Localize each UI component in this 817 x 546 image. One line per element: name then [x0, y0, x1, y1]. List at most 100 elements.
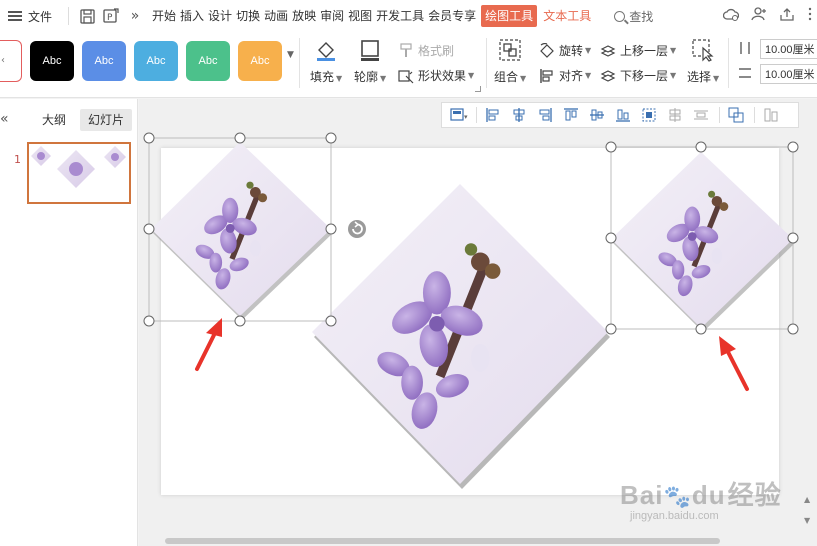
fill-button[interactable]: 填充 ▼ [310, 38, 342, 85]
resize-handle[interactable] [605, 323, 617, 335]
shape-style-lightblue[interactable]: Abc [134, 41, 178, 81]
slide-thumbnail[interactable] [27, 142, 131, 204]
resize-handle[interactable] [325, 223, 337, 235]
shape-style-green[interactable]: Abc [186, 41, 230, 81]
resize-handle[interactable] [234, 132, 246, 144]
shape-effects-button[interactable]: 形状效果 ▼ [398, 67, 474, 84]
tab-insert[interactable]: 插入 [179, 5, 205, 27]
align-top-icon[interactable] [563, 107, 579, 123]
resize-handle[interactable] [325, 315, 337, 327]
upload-icon[interactable] [779, 7, 795, 25]
align-right-icon[interactable] [537, 107, 553, 123]
file-menu[interactable]: 文件 [28, 8, 52, 25]
tab-home[interactable]: 开始 [151, 5, 177, 27]
resize-handle[interactable] [787, 323, 799, 335]
align-center-icon[interactable] [511, 107, 527, 123]
bring-forward-button[interactable]: 上移一层 ▼ [600, 42, 676, 59]
more-chevron-icon[interactable]: » [126, 7, 144, 25]
ribbon: ‹ Abc Abc Abc Abc Abc ▼ 填充 ▼ 轮廓 ▼ 格式刷 形状效果… [0, 32, 817, 98]
horizontal-scrollbar[interactable] [145, 535, 810, 545]
shape-effects-icon [398, 68, 414, 84]
distribute-vertical-icon[interactable] [667, 107, 683, 123]
chevron-up-icon[interactable]: ▲ [804, 495, 816, 504]
rotate-button[interactable]: 旋转 ▼ [539, 42, 591, 59]
more-options-icon[interactable] [807, 7, 813, 25]
resize-handle[interactable] [143, 315, 155, 327]
layout-icon[interactable]: ▾ [450, 107, 468, 123]
gallery-more-icon[interactable]: ▼ [287, 50, 294, 60]
tab-slideshow[interactable]: 放映 [291, 5, 317, 27]
align-bottom-icon[interactable] [615, 107, 631, 123]
baidu-watermark-logo: Bai🐾du经验 [620, 480, 782, 510]
shape-style-black[interactable]: Abc [30, 41, 74, 81]
send-backward-button[interactable]: 下移一层 ▼ [600, 67, 676, 84]
divider [68, 7, 70, 25]
format-painter-button[interactable]: 格式刷 [398, 42, 454, 59]
align-middle-icon[interactable] [589, 107, 605, 123]
search-icon [614, 10, 626, 22]
bring-forward-icon [600, 43, 616, 59]
equal-spacing-icon[interactable] [693, 107, 709, 123]
tab-member[interactable]: 会员专享 [427, 5, 477, 27]
resize-handle[interactable] [325, 132, 337, 144]
tab-design[interactable]: 设计 [207, 5, 233, 27]
search-box[interactable]: 查找 [614, 8, 653, 25]
rotate-handle-icon[interactable] [348, 220, 366, 238]
width-icon [738, 66, 752, 80]
tab-slides[interactable]: 幻灯片 [80, 109, 133, 131]
tab-transitions[interactable]: 切换 [235, 5, 261, 27]
select-button[interactable]: 选择 ▼ [687, 38, 719, 85]
resize-handle[interactable] [787, 141, 799, 153]
divider [719, 107, 720, 123]
resize-handle[interactable] [605, 232, 617, 244]
height-field[interactable] [760, 39, 817, 59]
distribute-horizontal-icon[interactable] [641, 107, 657, 123]
resize-handle[interactable] [605, 141, 617, 153]
resize-handle[interactable] [695, 141, 707, 153]
resize-handle[interactable] [787, 232, 799, 244]
vertical-scroll-arrows[interactable]: ▲ ▼ [804, 495, 816, 533]
divider [728, 38, 729, 88]
align-toolbar: ▾ [441, 102, 799, 128]
chevron-down-icon[interactable]: ▼ [804, 516, 816, 525]
group-button[interactable]: 组合 ▼ [494, 38, 526, 85]
scrollbar-thumb[interactable] [165, 538, 720, 544]
fill-bucket-icon [314, 38, 338, 62]
tab-text-tools[interactable]: 文本工具 [542, 5, 592, 27]
tab-animations[interactable]: 动画 [263, 5, 289, 27]
shape-style-blue[interactable]: Abc [82, 41, 126, 81]
resize-handle[interactable] [234, 315, 246, 327]
tab-outline[interactable]: 大纲 [34, 109, 74, 131]
tab-review[interactable]: 审阅 [319, 5, 345, 27]
align-button[interactable]: 对齐 ▼ [539, 67, 591, 84]
outline-button[interactable]: 轮廓 ▼ [354, 38, 386, 85]
tab-drawing-tools[interactable]: 绘图工具 [481, 5, 538, 27]
ribbon-tabs: 开始 插入 设计 切换 动画 放映 审阅 视图 开发工具 会员专享 绘图工具 文… [151, 0, 594, 32]
chevron-left-icon[interactable]: ‹ [1, 55, 5, 66]
rotate-icon [539, 42, 555, 59]
menu-icon[interactable] [8, 11, 22, 21]
align-left-icon[interactable] [485, 107, 501, 123]
width-field[interactable] [760, 64, 817, 84]
group-objects-icon[interactable] [728, 107, 744, 123]
slide-panel: « 大纲 幻灯片 1 [0, 99, 138, 546]
cloud-icon[interactable] [722, 7, 740, 25]
resize-handle[interactable] [695, 323, 707, 335]
resize-handle[interactable] [143, 223, 155, 235]
menu-bar: 文件 P » 开始 插入 设计 切换 动画 放映 审阅 视图 开发工具 会员专享… [0, 0, 817, 32]
tab-view[interactable]: 视图 [347, 5, 373, 27]
divider [476, 107, 477, 123]
tab-developer[interactable]: 开发工具 [375, 5, 425, 27]
share-user-icon[interactable] [751, 7, 767, 25]
watermark-url: jingyan.baidu.com [630, 510, 719, 522]
align-icon [539, 68, 555, 84]
export-icon[interactable]: P [102, 7, 120, 25]
resize-handle[interactable] [143, 132, 155, 144]
ungroup-icon[interactable] [763, 107, 779, 123]
dialog-launcher-icon[interactable] [475, 86, 481, 92]
shape-style-orange[interactable]: Abc [238, 41, 282, 81]
collapse-panel-icon[interactable]: « [0, 111, 9, 127]
save-icon[interactable] [78, 7, 96, 25]
divider [754, 107, 755, 123]
slide-number: 1 [14, 153, 21, 166]
